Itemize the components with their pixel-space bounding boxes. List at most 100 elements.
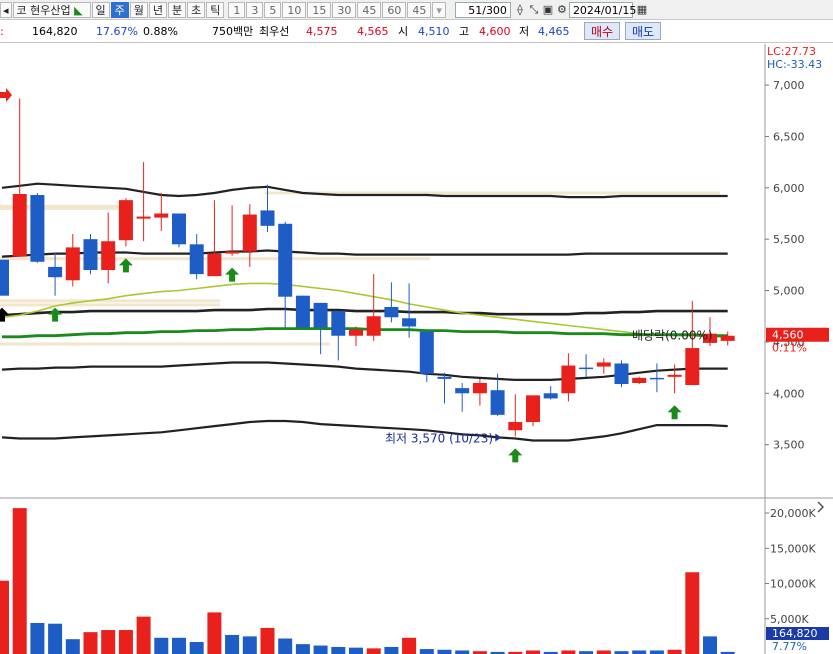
volume-bar-17 — [295, 644, 310, 654]
dividend-annotation: 배당락(0.00%) — [632, 329, 713, 343]
interval-tabs: 1 3 5 10 15 30 45 60 45 — [228, 1, 432, 18]
support-bar-3-0 — [0, 342, 330, 346]
price-tick-label-1: 6,500 — [773, 130, 805, 143]
candle-body-18 — [313, 302, 328, 328]
volume-bar-18 — [313, 645, 328, 654]
volume-bar-15 — [260, 627, 275, 654]
candle-body-32 — [561, 365, 576, 394]
sell-button[interactable]: 매도 — [625, 22, 662, 40]
dropdown-icon[interactable]: ◣ — [74, 4, 82, 17]
turnover-pct: 17.67% — [96, 25, 138, 38]
volume-bar-26 — [455, 650, 470, 654]
candle-body-9 — [154, 213, 169, 218]
candle-body-29 — [508, 422, 523, 431]
candle-body-8 — [136, 216, 151, 219]
interval-tab-0[interactable]: 1 — [228, 1, 246, 18]
low-annotation: 최저 3,570 (10/23) — [385, 431, 493, 445]
period-tab-1[interactable]: 주 — [110, 1, 129, 18]
count-field[interactable]: 51/300 — [454, 1, 511, 18]
volume-bar-34 — [596, 650, 611, 654]
buy-button[interactable]: 매수 — [584, 22, 621, 40]
candle-body-20 — [349, 329, 363, 336]
candle-body-15 — [260, 210, 275, 226]
candle-body-26 — [455, 388, 470, 394]
candle-body-1 — [12, 193, 27, 257]
volume-bar-25 — [437, 649, 452, 654]
period-tab-4[interactable]: 분 — [168, 1, 187, 18]
period-tab-3[interactable]: 년 — [148, 1, 168, 18]
volume-bar-3 — [48, 623, 63, 654]
candle-body-37 — [649, 377, 664, 380]
period-tabs: 일주월년분초틱 — [91, 1, 226, 18]
candle-body-24 — [419, 331, 434, 374]
candle-body-3 — [48, 266, 63, 278]
candle-body-4 — [65, 247, 80, 281]
open-label: 시 — [398, 25, 409, 38]
calendar-icon[interactable]: ▦ — [635, 3, 649, 17]
prev-icon[interactable]: ◂ — [0, 1, 12, 18]
volume-bar-7 — [118, 630, 133, 654]
candle-body-30 — [526, 395, 540, 423]
buy-signal-arrow-1 — [118, 258, 133, 273]
candle-body-17 — [295, 295, 310, 328]
period-tab-6[interactable]: 틱 — [206, 1, 225, 18]
date-field[interactable]: 2024/01/15 — [568, 1, 636, 18]
ma-long-line — [2, 327, 728, 339]
candle-body-23 — [402, 318, 417, 327]
interval-tab-6[interactable]: 45 — [357, 1, 382, 18]
candle-body-0 — [0, 259, 9, 296]
candle-body-34 — [596, 362, 611, 367]
volume-bar-40 — [703, 636, 717, 654]
candle-body-16 — [278, 223, 293, 297]
interval-tab-5[interactable]: 30 — [332, 1, 357, 18]
candle-body-22 — [384, 306, 399, 318]
interval-tab-4[interactable]: 15 — [307, 1, 332, 18]
candle-body-12 — [207, 253, 222, 277]
trend-line-icon[interactable]: ⤡ — [527, 3, 541, 17]
interval-tab-8[interactable]: 45 — [407, 1, 432, 18]
stock-selector[interactable]: 코 현우산업 ◣ — [12, 1, 91, 18]
volume-bar-11 — [189, 642, 204, 654]
candle-body-5 — [83, 239, 98, 270]
last-price-label: 4,560 — [772, 329, 804, 342]
interval-tab-2[interactable]: 5 — [264, 1, 282, 18]
volume-bar-19 — [331, 646, 346, 654]
stock-chart[interactable]: 최저 3,570 (10/23)배당락(0.00%) 7,0006,5006,0… — [0, 44, 833, 654]
volume-bar-16 — [278, 638, 293, 654]
interval-tab-7[interactable]: 60 — [382, 1, 407, 18]
volume-bar-6 — [101, 630, 116, 654]
price-tick-label-0: 7,000 — [773, 79, 805, 92]
last-change-label: 0.11% — [772, 342, 807, 355]
volume-bar-4 — [65, 639, 80, 654]
change-marker: : — [0, 25, 4, 38]
best-bid-value: 4,565 — [357, 25, 389, 38]
candle-body-41 — [720, 335, 735, 341]
volume-bar-13 — [225, 634, 240, 654]
save-icon[interactable]: ▣ — [541, 3, 555, 17]
gear-icon[interactable]: ⚙ — [555, 3, 569, 17]
volume-bar-5 — [83, 632, 98, 654]
price-tick-label-3: 5,500 — [773, 233, 805, 246]
candle-body-38 — [667, 374, 682, 377]
period-tab-0[interactable]: 일 — [91, 1, 110, 18]
interval-tab-3[interactable]: 10 — [282, 1, 307, 18]
volume-bar-2 — [30, 622, 45, 654]
volume-panel — [0, 508, 735, 654]
volume-tick-label-0: 20,000K — [770, 507, 816, 520]
high-value: 4,600 — [479, 25, 511, 38]
candle-body-28 — [490, 390, 505, 415]
period-tab-2[interactable]: 월 — [129, 1, 148, 18]
indicator-hc-label: HC:-33.43 — [767, 58, 822, 71]
interval-tab-1[interactable]: 3 — [246, 1, 264, 18]
candle-body-31 — [543, 393, 558, 399]
volume-collapse-icon — [817, 501, 825, 513]
volume-tick-label-2: 10,000K — [770, 578, 816, 591]
chart-settings-icon[interactable]: ⟠ — [513, 3, 527, 17]
volume-bar-37 — [649, 650, 664, 654]
interval-dropdown-icon[interactable]: ▾ — [432, 1, 446, 18]
candle-body-25 — [437, 376, 452, 379]
period-tab-5[interactable]: 초 — [187, 1, 206, 18]
volume-bar-20 — [349, 647, 363, 654]
buy-signal-arrow-4 — [667, 405, 682, 420]
quote-bar: : 164,820 17.67% 0.88% 750백만 최우선 4,575 4… — [0, 20, 833, 43]
